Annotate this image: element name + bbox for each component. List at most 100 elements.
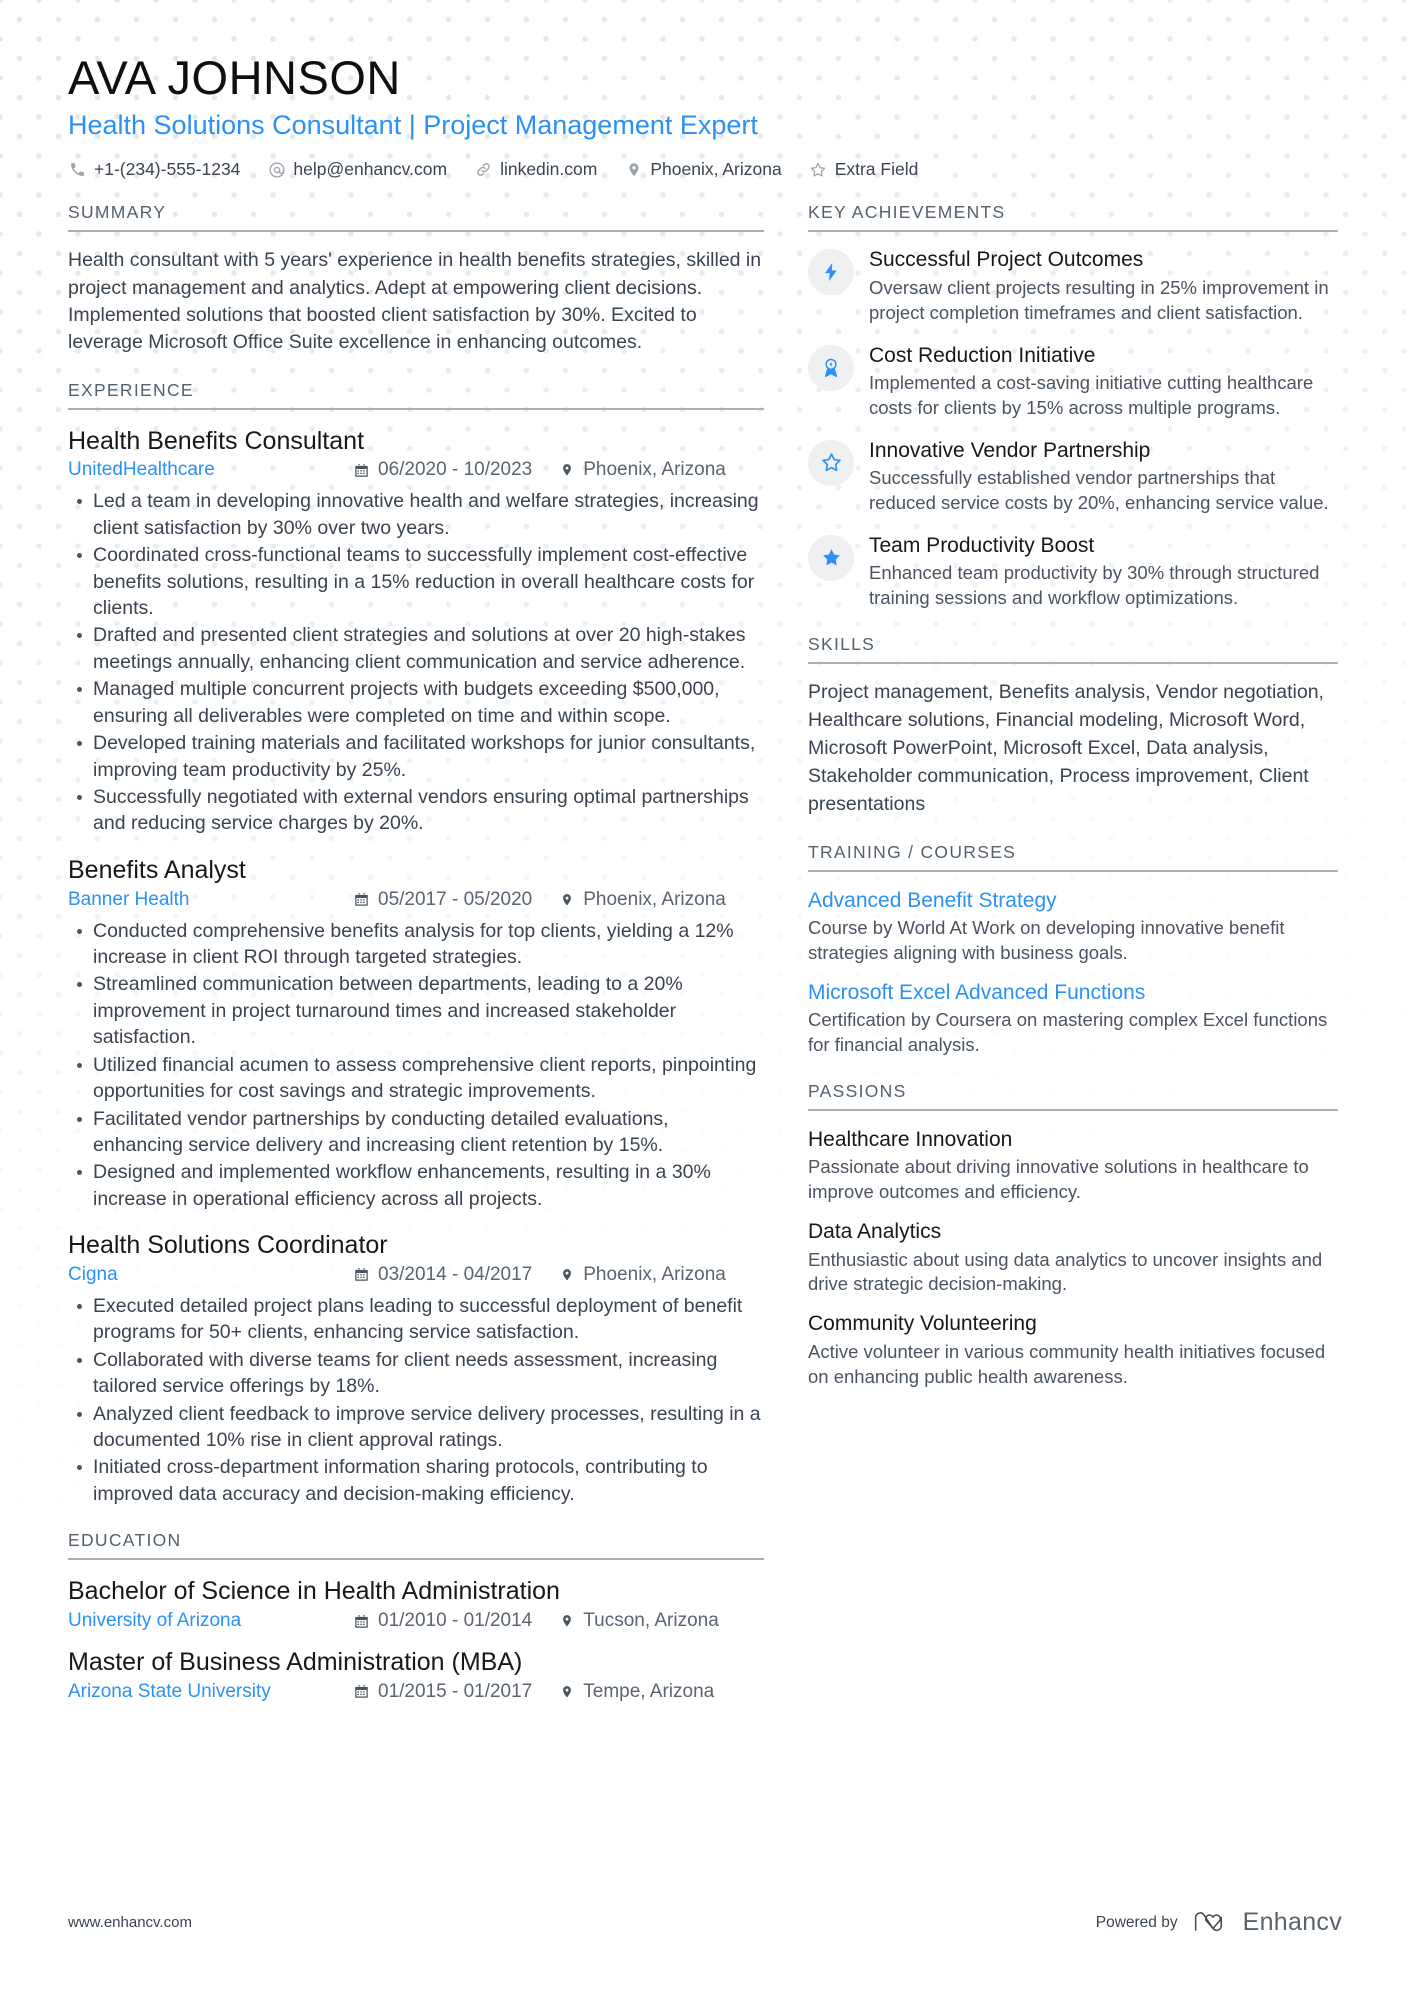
section-experience: EXPERIENCE Health Benefits Consultant Un… [68,380,764,1508]
education-meta: Arizona State University 01/2015 - 01/20… [68,1681,764,1703]
education-location: Tucson, Arizona [558,1610,719,1632]
experience-dates-text: 03/2014 - 04/2017 [378,1263,533,1285]
passion-description: Passionate about driving innovative solu… [808,1156,1309,1203]
list-item: Drafted and presented client strategies … [70,622,764,675]
experience-entry: Health Benefits Consultant UnitedHealthc… [68,425,764,837]
section-title-experience: EXPERIENCE [68,380,764,410]
enhancv-logo: Enhancv [1192,1908,1342,1937]
page-footer: www.enhancv.com Powered by Enhancv [68,1908,1342,1937]
star-outline-icon [808,439,854,486]
footer-brand: Powered by Enhancv [1096,1908,1342,1937]
experience-meta: Cigna 03/2014 - 04/2017 Phoenix, Arizona [68,1264,764,1286]
education-school[interactable]: University of Arizona [68,1610,353,1632]
experience-location: Phoenix, Arizona [558,1264,726,1286]
section-passions: PASSIONS Healthcare Innovation Passionat… [808,1081,1338,1390]
experience-organization[interactable]: Cigna [68,1264,353,1286]
contact-location-text: Phoenix, Arizona [650,159,782,180]
experience-location-text: Phoenix, Arizona [583,459,726,481]
experience-location-text: Phoenix, Arizona [583,1263,726,1285]
section-title-passions: PASSIONS [808,1081,1338,1111]
location-pin-icon [558,1266,575,1283]
list-item: Analyzed client feedback to improve serv… [70,1401,764,1454]
passion-item: Community Volunteering Active volunteer … [808,1310,1338,1389]
section-title-education: EDUCATION [68,1530,764,1561]
calendar-icon [353,1683,370,1700]
education-dates: 01/2015 - 01/2017 [353,1681,532,1703]
list-item: Streamlined communication between depart… [70,971,764,1050]
education-degree: Bachelor of Science in Health Administra… [68,1577,560,1606]
passion-description: Enthusiastic about using data analytics … [808,1248,1323,1295]
list-item: Utilized financial acumen to assess comp… [70,1052,764,1105]
section-key-achievements: KEY ACHIEVEMENTS Successful Project Outc… [808,202,1338,611]
achievement-item: Team Productivity Boost Enhanced team pr… [808,533,1338,611]
achievement-item: Cost Reduction Initiative Implemented a … [808,343,1338,421]
experience-meta: UnitedHealthcare 06/2020 - 10/2023 Phoen… [68,459,764,481]
contact-linkedin-text: linkedin.com [500,159,598,180]
list-item: Coordinated cross-functional teams to su… [70,542,764,621]
award-medal-icon [808,344,854,391]
course-item: Microsoft Excel Advanced Functions Certi… [808,979,1338,1058]
list-item: Collaborated with diverse teams for clie… [70,1347,764,1400]
experience-bullets: Led a team in developing innovative heal… [70,488,764,836]
location-pin-icon [558,1613,575,1630]
lightning-bolt-icon [808,249,854,296]
education-degree: Master of Business Administration (MBA) [68,1648,523,1677]
achievement-title: Innovative Vendor Partnership [869,438,1151,462]
experience-organization[interactable]: UnitedHealthcare [68,459,353,481]
contact-phone[interactable]: +1-(234)-555-1234 [68,159,240,180]
right-column: KEY ACHIEVEMENTS Successful Project Outc… [808,202,1338,1412]
page-title: AVA JOHNSON [68,51,401,104]
achievement-description: Enhanced team productivity by 30% throug… [869,562,1320,609]
contact-phone-text: +1-(234)-555-1234 [94,159,241,180]
contact-location[interactable]: Phoenix, Arizona [624,159,782,180]
achievement-item: Innovative Vendor Partnership Successful… [808,438,1338,516]
calendar-icon [353,1613,370,1630]
experience-organization[interactable]: Banner Health [68,889,353,911]
contact-extra-field[interactable]: Extra Field [809,159,919,180]
list-item: Successfully negotiated with external ve… [70,784,764,837]
enhancv-wordmark: Enhancv [1242,1908,1342,1936]
list-item: Conducted comprehensive benefits analysi… [70,918,764,971]
contact-extra-field-text: Extra Field [834,159,919,180]
calendar-icon [353,891,370,908]
email-icon [267,160,286,179]
passion-name: Community Volunteering [808,1312,1037,1336]
footer-website-url[interactable]: www.enhancv.com [68,1914,192,1931]
education-location-text: Tucson, Arizona [583,1610,719,1632]
section-title-summary: SUMMARY [68,202,764,233]
calendar-icon [353,462,370,479]
resume-page: AVA JOHNSON Health Solutions Consultant … [0,0,1410,1995]
education-dates-text: 01/2015 - 01/2017 [378,1680,533,1702]
skills-text: Project management, Benefits analysis, V… [808,681,1324,815]
achievement-description: Implemented a cost-saving initiative cut… [869,371,1314,418]
section-title-key-achievements: KEY ACHIEVEMENTS [808,202,1338,233]
phone-icon [68,160,87,179]
resume-header: AVA JOHNSON Health Solutions Consultant … [68,51,1342,180]
achievement-title: Cost Reduction Initiative [869,343,1096,367]
professional-headline: Health Solutions Consultant | Project Ma… [68,109,758,140]
section-summary: SUMMARY Health consultant with 5 years' … [68,202,764,356]
course-item: Advanced Benefit Strategy Course by Worl… [808,887,1338,966]
course-name[interactable]: Microsoft Excel Advanced Functions [808,979,1338,1006]
education-school[interactable]: Arizona State University [68,1681,353,1703]
list-item: Initiated cross-department information s… [70,1454,764,1507]
experience-role: Health Benefits Consultant [68,426,365,455]
list-item: Facilitated vendor partnerships by condu… [70,1106,764,1159]
achievement-title: Successful Project Outcomes [869,248,1144,272]
achievement-description: Successfully established vendor partners… [869,467,1329,513]
experience-location-text: Phoenix, Arizona [583,888,726,910]
contact-email-text: help@enhancv.com [293,159,448,180]
contact-email[interactable]: help@enhancv.com [267,159,447,180]
contact-linkedin[interactable]: linkedin.com [474,159,597,180]
education-dates-text: 01/2010 - 01/2014 [378,1610,533,1632]
passion-name: Healthcare Innovation [808,1127,1013,1151]
education-dates: 01/2010 - 01/2014 [353,1610,532,1632]
experience-location: Phoenix, Arizona [558,889,726,911]
course-description: Course by World At Work on developing in… [808,916,1285,963]
experience-dates-text: 05/2017 - 05/2020 [378,888,533,910]
education-entry: Bachelor of Science in Health Administra… [68,1575,764,1632]
section-title-training-courses: TRAINING / COURSES [808,842,1338,872]
experience-entry: Health Solutions Coordinator Cigna 03/20… [68,1229,764,1507]
section-title-skills: SKILLS [808,634,1338,665]
course-name[interactable]: Advanced Benefit Strategy [808,887,1338,914]
